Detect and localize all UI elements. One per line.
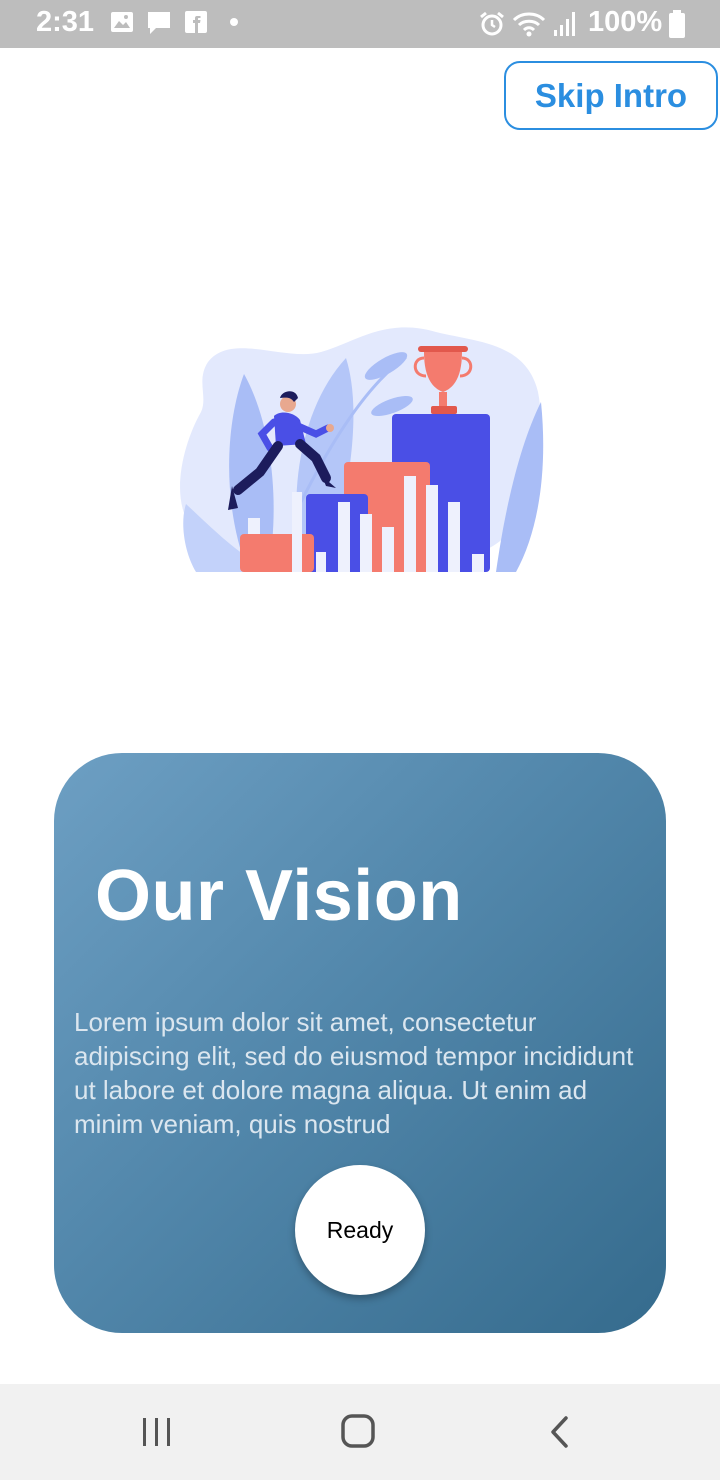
message-icon [148, 12, 170, 34]
signal-icon [554, 12, 575, 36]
recent-apps-button[interactable] [133, 1412, 181, 1452]
running-to-trophy-illustration [180, 327, 544, 572]
skip-intro-button[interactable]: Skip Intro [504, 61, 718, 130]
bar-white-8 [448, 502, 460, 572]
bar-white-3 [338, 502, 350, 572]
home-button[interactable] [334, 1412, 382, 1452]
dot-icon [230, 18, 238, 26]
bar-white-4 [360, 514, 372, 572]
back-button[interactable] [536, 1412, 584, 1452]
bar-white-2 [316, 552, 326, 572]
navigation-bar [0, 1384, 720, 1480]
image-icon [111, 12, 133, 32]
vision-card: Our Vision Lorem ipsum dolor sit amet, c… [54, 753, 666, 1333]
ready-button[interactable]: Ready [295, 1165, 425, 1295]
home-icon [341, 1414, 375, 1448]
facebook-icon [185, 11, 207, 33]
bar-white-10 [248, 518, 260, 534]
recent-apps-icon [143, 1418, 170, 1446]
vision-title: Our Vision [95, 856, 463, 936]
status-time: 2:31 [36, 6, 95, 38]
vision-description: Lorem ipsum dolor sit amet, consectetur … [74, 1007, 634, 1139]
bar-white-1 [292, 492, 302, 572]
bar-white-7 [426, 485, 438, 572]
status-bar: 2:31 100% [0, 0, 720, 48]
wifi-icon [512, 12, 546, 37]
bar-white-9 [472, 554, 484, 572]
podium-blue-small [306, 494, 368, 572]
battery-icon [669, 10, 685, 38]
bar-white-6 [404, 476, 416, 572]
podium-coral-low [240, 534, 314, 572]
battery-percentage: 100% [588, 6, 663, 38]
alarm-icon [480, 11, 504, 36]
back-icon [551, 1416, 568, 1448]
bar-white-5 [382, 527, 394, 572]
